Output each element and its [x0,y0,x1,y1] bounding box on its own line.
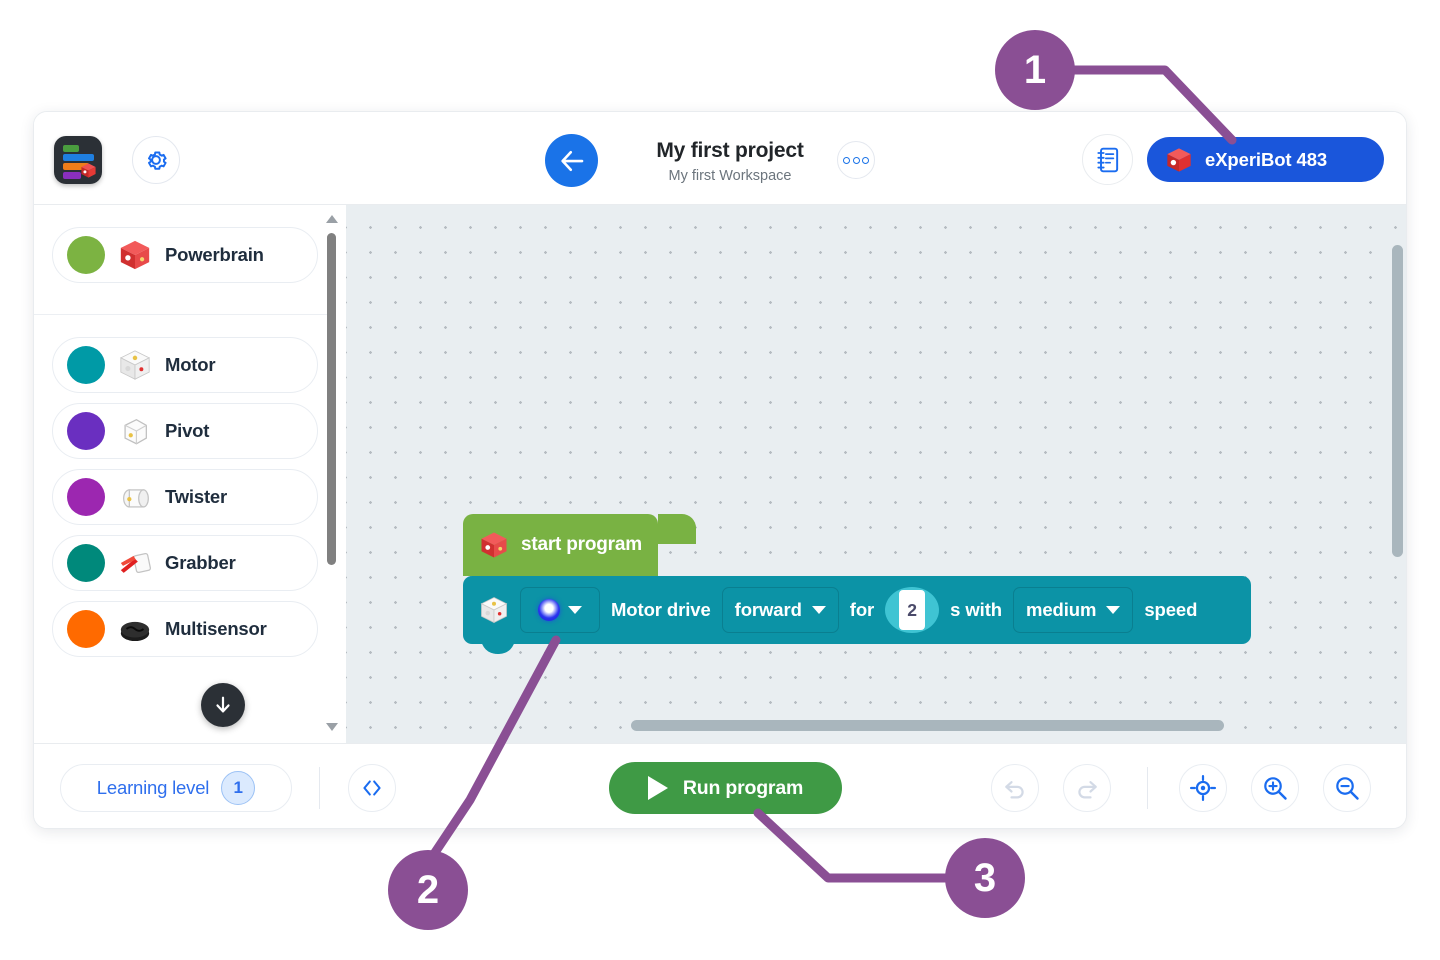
callout-leader-lines [425,65,1237,883]
callout-badge-3: 3 [945,838,1025,918]
screenshot-root: My first project My first Workspace eXpe… [0,0,1440,960]
callout-badge-1: 1 [995,30,1075,110]
callout-badge-2: 2 [388,850,468,930]
